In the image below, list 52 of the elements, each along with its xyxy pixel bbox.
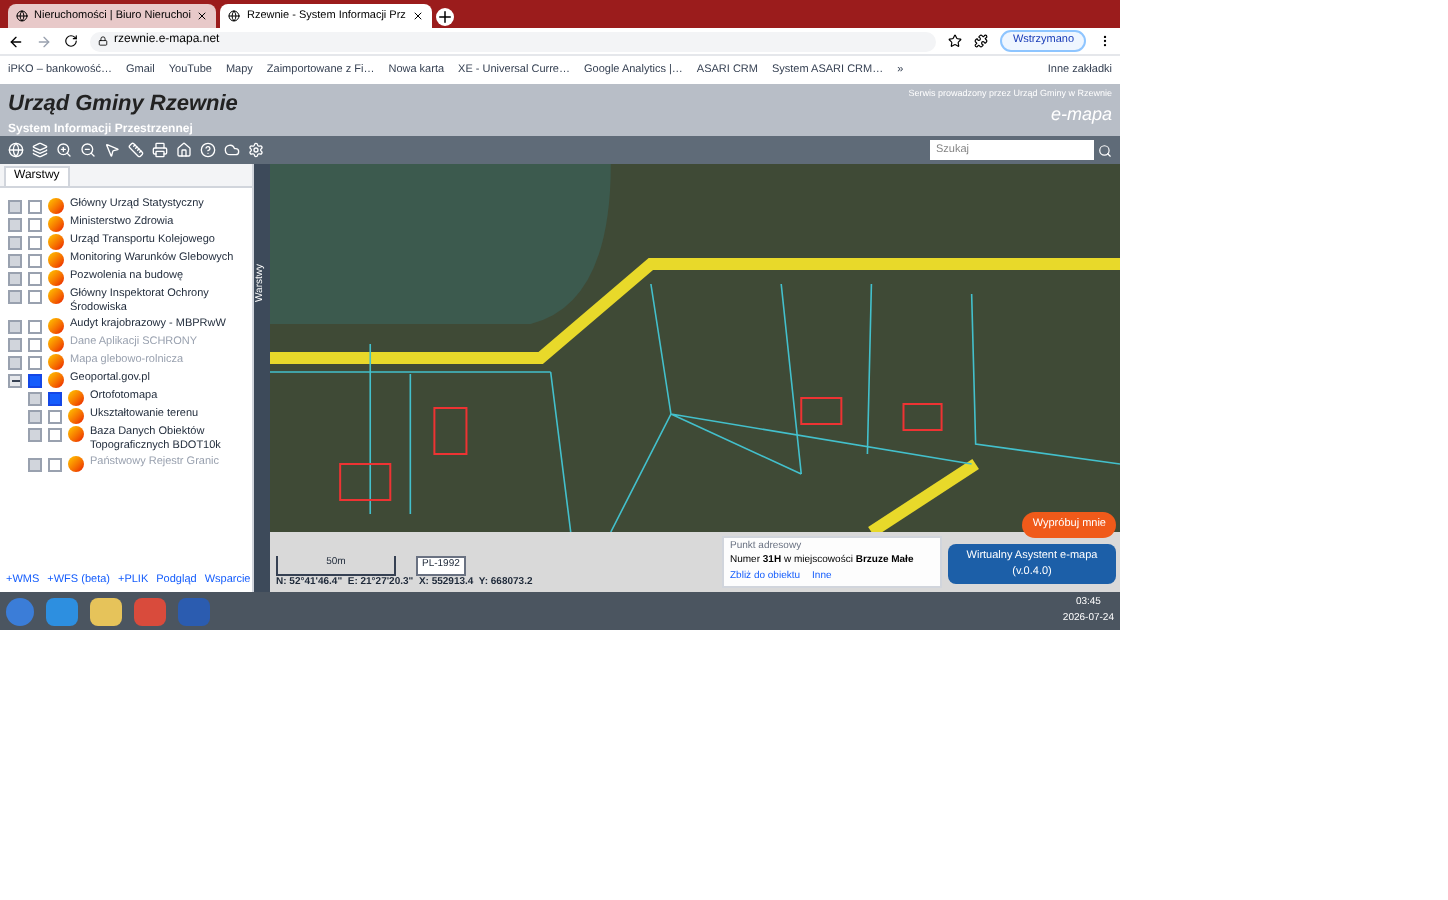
layer-checkbox[interactable] [28,253,42,267]
start-button[interactable] [6,597,34,625]
layer-checkbox[interactable] [28,199,42,213]
site-logo: e-mapa [1050,101,1112,128]
expand-toggle[interactable] [8,235,22,249]
layer-checkbox[interactable] [28,235,42,249]
back-icon[interactable] [8,33,24,49]
toolbar-tool-icon[interactable] [200,142,216,158]
toolbar-tool-icon[interactable] [56,142,72,158]
globe-icon [228,10,241,22]
bookmark-star-icon[interactable] [948,34,963,48]
toolbar-tool-icon[interactable] [104,142,120,158]
layer-checkbox[interactable] [48,427,62,441]
expand-toggle[interactable] [8,373,22,387]
layer-checkbox[interactable] [48,391,62,405]
toolbar-tool-icon[interactable] [224,142,240,158]
expand-toggle[interactable] [28,391,42,405]
expand-toggle[interactable] [8,217,22,231]
toolbar-tool-icon[interactable] [128,142,144,158]
new-tab-icon[interactable] [435,8,454,26]
expand-toggle[interactable] [8,289,22,303]
toolbar-tool-icon[interactable] [8,142,24,158]
layer-checkbox[interactable] [28,217,42,231]
expand-toggle[interactable] [8,271,22,285]
taskbar-app-icon[interactable] [90,597,122,625]
layer-checkbox[interactable] [28,289,42,303]
extensions-icon[interactable] [974,34,989,48]
toolbar-tool-icon[interactable] [248,142,264,158]
layer-checkbox[interactable] [28,319,42,333]
globe-icon [16,10,28,22]
taskbar-app-icon[interactable] [134,597,166,625]
close-icon[interactable] [411,10,424,22]
expand-toggle[interactable] [28,409,42,423]
menu-icon[interactable] [1098,34,1112,48]
expand-toggle[interactable] [8,319,22,333]
search-icon[interactable] [1098,143,1112,157]
taskbar-app-icon[interactable] [46,597,78,625]
toolbar-tool-icon[interactable] [176,142,192,158]
layer-checkbox[interactable] [28,271,42,285]
expand-toggle[interactable] [28,427,42,441]
toolbar-tool-icon[interactable] [152,142,168,158]
toolbar-tool-icon[interactable] [80,142,96,158]
toolbar-tool-icon[interactable] [32,142,48,158]
layer-checkbox[interactable] [48,409,62,423]
lock-icon [98,36,108,46]
expand-toggle[interactable] [8,199,22,213]
site-title: Urząd Gminy Rzewnie [8,90,238,120]
expand-toggle[interactable] [8,253,22,267]
forward-icon[interactable] [36,33,52,49]
layer-checkbox[interactable] [28,373,42,387]
close-icon[interactable] [196,10,209,22]
reload-icon[interactable] [64,34,78,48]
